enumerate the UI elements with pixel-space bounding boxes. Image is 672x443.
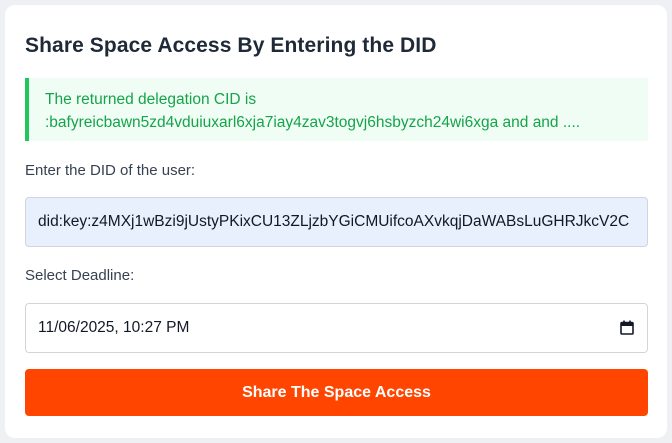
share-access-button[interactable]: Share The Space Access (25, 369, 648, 416)
deadline-label: Select Deadline: (25, 267, 135, 284)
deadline-value: 11/06/2025, 10:27 PM (38, 319, 190, 336)
calendar-icon[interactable] (620, 320, 634, 335)
deadline-date-input[interactable]: 11/06/2025, 10:27 PM (25, 303, 648, 353)
did-input[interactable] (25, 197, 648, 247)
alert-message-line1: The returned delegation CID is (45, 91, 257, 108)
share-space-card: Share Space Access By Entering the DID T… (5, 5, 667, 438)
did-label: Enter the DID of the user: (25, 162, 196, 179)
alert-message-line2: :bafyreicbawn5zd4vduiuxarl6xja7iay4zav3t… (45, 114, 581, 131)
delegation-cid-alert: The returned delegation CID is :bafyreic… (25, 78, 648, 141)
page-title: Share Space Access By Entering the DID (25, 34, 437, 57)
